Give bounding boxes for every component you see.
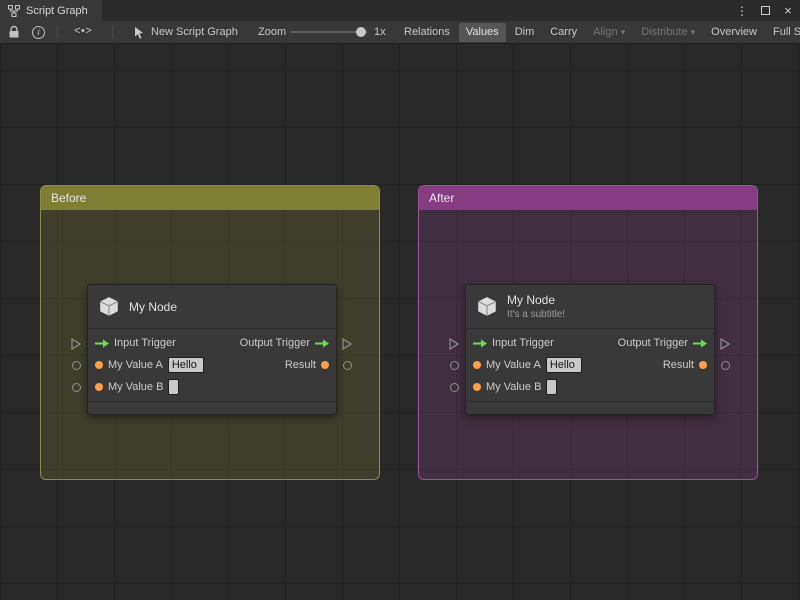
zoom-slider-track[interactable] [290, 27, 368, 37]
value-output-icon[interactable] [699, 361, 707, 369]
value-input-icon[interactable] [95, 361, 103, 369]
zoom-value: 1x [374, 26, 386, 38]
port-label-value-b: My Value B [486, 381, 542, 393]
external-value-b-port[interactable] [72, 383, 81, 392]
port-label-value-a: My Value A [486, 359, 541, 371]
node-subtitle: It's a subtitle! [507, 309, 566, 320]
external-value-a-port[interactable] [450, 361, 459, 370]
node-title: My Node [129, 299, 178, 314]
value-a-input[interactable] [167, 357, 204, 373]
graph-canvas[interactable]: Before My Node Input Trigger Output Trig… [0, 44, 800, 600]
tab-script-graph[interactable]: Script Graph [0, 0, 102, 21]
port-label-output-trigger: Output Trigger [617, 337, 688, 349]
port-label-input-trigger: Input Trigger [492, 337, 554, 349]
external-result-port[interactable] [721, 361, 730, 370]
node-my-node-before[interactable]: My Node Input Trigger Output Trigger My … [87, 284, 337, 415]
zoom-slider[interactable] [290, 21, 368, 43]
toolbar-button-align[interactable]: Align ▾ [586, 23, 632, 42]
node-box-icon [98, 296, 120, 318]
port-row-trigger: Input Trigger Output Trigger [88, 332, 336, 354]
graph-name-button[interactable]: New Script Graph [134, 21, 238, 43]
node-my-node-after[interactable]: My Node It's a subtitle! Input Trigger O… [465, 284, 715, 415]
port-label-result: Result [284, 359, 316, 371]
flow-input-icon[interactable] [473, 339, 487, 348]
zoom-slider-handle[interactable] [356, 27, 366, 37]
value-b-input[interactable] [546, 379, 558, 395]
graph-toolbar: i <•> New Script Graph Zoom 1x Relations… [0, 21, 800, 44]
external-value-b-port[interactable] [450, 383, 459, 392]
toolbar-button-overview[interactable]: Overview [704, 23, 764, 42]
node-footer [88, 401, 336, 414]
flow-output-icon[interactable] [315, 339, 329, 348]
window-tab-bar: Script Graph ⋮ × [0, 0, 800, 21]
value-a-input[interactable] [545, 357, 582, 373]
tab-title: Script Graph [26, 4, 88, 17]
kebab-menu-icon[interactable]: ⋮ [736, 4, 748, 18]
group-after-title[interactable]: After [419, 186, 757, 210]
toolbar-button-carry[interactable]: Carry [543, 23, 584, 42]
close-icon[interactable]: × [782, 3, 794, 18]
code-icon[interactable]: <•> [74, 21, 92, 43]
port-label-value-a: My Value A [108, 359, 163, 371]
group-before[interactable]: Before My Node Input Trigger Output Trig… [40, 185, 380, 480]
value-input-icon[interactable] [473, 361, 481, 369]
value-b-input[interactable] [168, 379, 180, 395]
port-label-input-trigger: Input Trigger [114, 337, 176, 349]
external-flow-input-port[interactable] [449, 337, 460, 355]
port-row-value-a: My Value A Result [88, 354, 336, 376]
chevron-down-icon: ▾ [690, 27, 696, 37]
node-header[interactable]: My Node [88, 285, 336, 329]
toolbar-button-distribute[interactable]: Distribute ▾ [634, 23, 702, 42]
port-row-value-b: My Value B [466, 376, 714, 398]
external-flow-output-port[interactable] [720, 337, 731, 355]
port-row-trigger: Input Trigger Output Trigger [466, 332, 714, 354]
info-icon[interactable]: i [32, 21, 45, 43]
port-label-output-trigger: Output Trigger [239, 337, 310, 349]
value-input-icon[interactable] [473, 383, 481, 391]
chevron-down-icon: ▾ [620, 27, 626, 37]
toolbar-button-dim[interactable]: Dim [508, 23, 542, 42]
cursor-icon [134, 26, 145, 39]
maximize-icon[interactable] [759, 5, 771, 17]
port-label-result: Result [662, 359, 694, 371]
toolbar-separator [112, 25, 113, 39]
value-input-icon[interactable] [95, 383, 103, 391]
value-output-icon[interactable] [321, 361, 329, 369]
port-row-value-a: My Value A Result [466, 354, 714, 376]
lock-icon[interactable] [8, 21, 20, 43]
group-before-title[interactable]: Before [41, 186, 379, 210]
node-box-icon [476, 296, 498, 318]
toolbar-button-relations[interactable]: Relations [397, 23, 457, 42]
toolbar-button-values[interactable]: Values [458, 23, 506, 42]
zoom-label: Zoom [258, 26, 287, 38]
toolbar-button-fullscreen[interactable]: Full Scr [766, 23, 800, 42]
flow-output-icon[interactable] [693, 339, 707, 348]
external-value-a-port[interactable] [72, 361, 81, 370]
group-after[interactable]: After My Node It's a subtitle! Input Tri… [418, 185, 758, 480]
graph-name-label: New Script Graph [151, 26, 238, 38]
flow-input-icon[interactable] [95, 339, 109, 348]
node-footer [466, 401, 714, 414]
external-result-port[interactable] [343, 361, 352, 370]
external-flow-output-port[interactable] [342, 337, 353, 355]
node-header[interactable]: My Node It's a subtitle! [466, 285, 714, 329]
toolbar-separator [57, 25, 58, 39]
node-title: My Node [507, 293, 556, 307]
external-flow-input-port[interactable] [71, 337, 82, 355]
port-label-value-b: My Value B [108, 381, 164, 393]
script-graph-icon [8, 4, 20, 17]
port-row-value-b: My Value B [88, 376, 336, 398]
